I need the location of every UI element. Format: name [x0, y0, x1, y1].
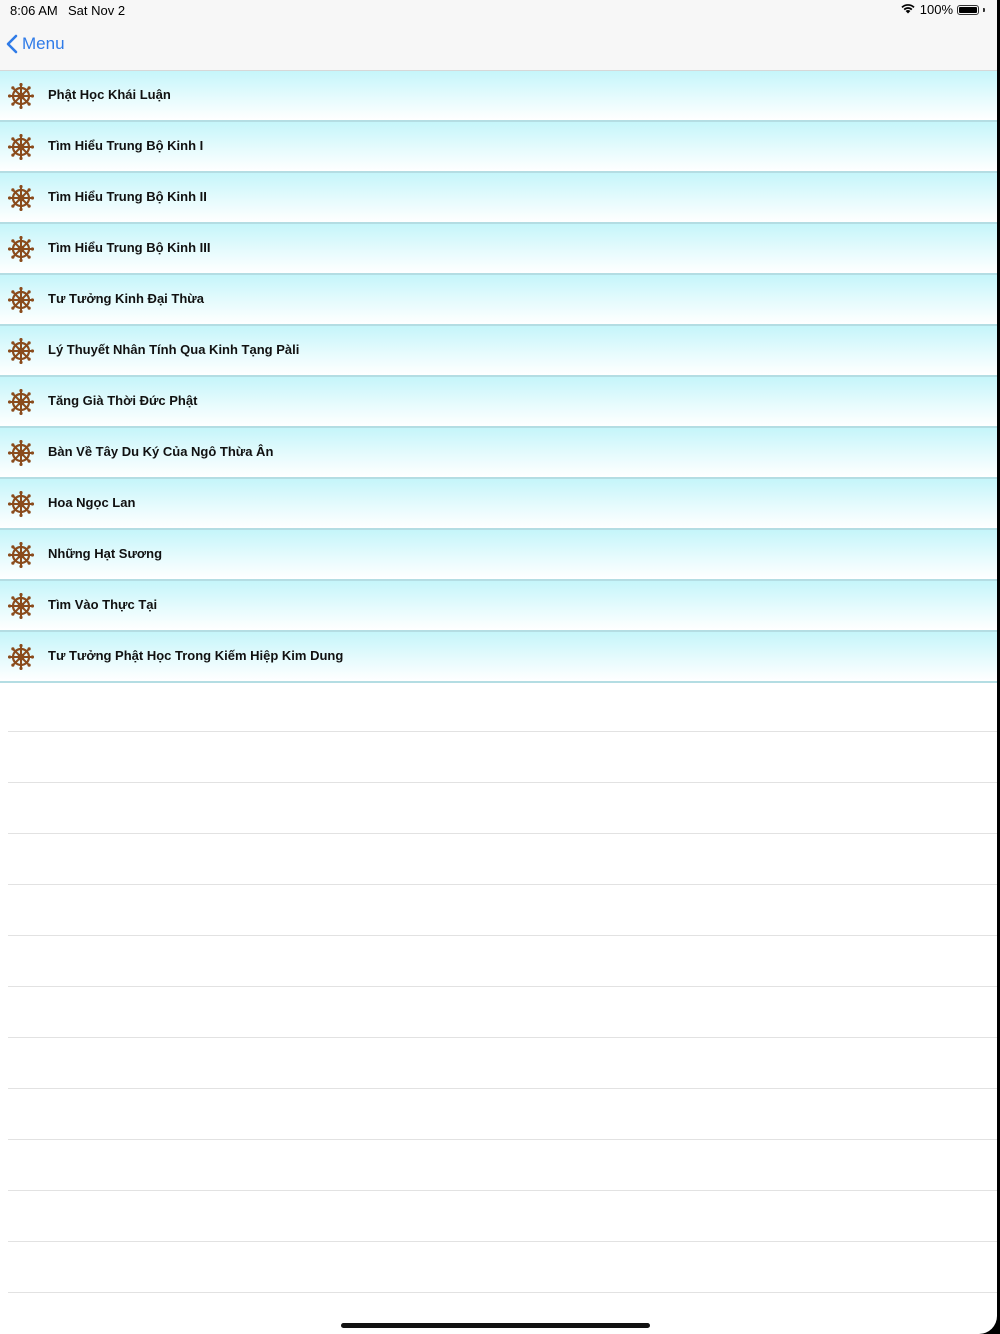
navigation-bar: Menu [0, 22, 997, 71]
empty-row-separator [8, 783, 997, 834]
home-indicator[interactable] [341, 1323, 650, 1328]
empty-row-separator [8, 732, 997, 783]
list-item[interactable]: Lý Thuyết Nhân Tính Qua Kinh Tạng Pàli [0, 326, 997, 377]
empty-row-separator [8, 936, 997, 987]
list-item-label: Phật Học Khái Luận [48, 87, 171, 102]
empty-row-separator [8, 1242, 997, 1293]
list-item-label: Tìm Hiểu Trung Bộ Kinh I [48, 138, 204, 153]
list-item[interactable]: Những Hạt Sương [0, 530, 997, 581]
list-item-label: Những Hạt Sương [48, 546, 163, 561]
dharma-wheel-icon [8, 593, 34, 619]
dharma-wheel-icon [8, 134, 34, 160]
empty-row-separator [8, 681, 997, 732]
dharma-wheel-icon [8, 644, 34, 670]
empty-table-area [0, 681, 997, 1293]
list-item[interactable]: Tìm Vào Thực Tại [0, 581, 997, 632]
list-item-label: Hoa Ngọc Lan [48, 495, 136, 510]
list-item-label: Tìm Vào Thực Tại [48, 597, 158, 612]
list-item[interactable]: Tăng Già Thời Đức Phật [0, 377, 997, 428]
dharma-wheel-icon [8, 287, 34, 313]
list-item[interactable]: Tư Tưởng Phật Học Trong Kiếm Hiệp Kim Du… [0, 632, 997, 683]
chevron-left-icon [6, 34, 18, 54]
dharma-wheel-icon [8, 542, 34, 568]
list-item[interactable]: Bàn Về Tây Du Ký Của Ngô Thừa Ân [0, 428, 997, 479]
app-screen: 8:06 AM Sat Nov 2 100% Menu Phật Học Khá… [0, 0, 997, 1334]
list-item[interactable]: Hoa Ngọc Lan [0, 479, 997, 530]
battery-icon [957, 4, 979, 15]
empty-row-separator [8, 1140, 997, 1191]
empty-row-separator [8, 885, 997, 936]
list-item-label: Tư Tưởng Phật Học Trong Kiếm Hiệp Kim Du… [48, 648, 344, 663]
back-button[interactable]: Menu [6, 34, 65, 54]
dharma-wheel-icon [8, 491, 34, 517]
list-item-label: Tăng Già Thời Đức Phật [48, 393, 198, 408]
battery-tip [983, 7, 985, 12]
list-item[interactable]: Tìm Hiểu Trung Bộ Kinh III [0, 224, 997, 275]
empty-row-separator [8, 987, 997, 1038]
empty-row-separator [8, 1089, 997, 1140]
dharma-wheel-icon [8, 338, 34, 364]
wifi-icon [900, 2, 916, 17]
empty-row-separator [8, 1038, 997, 1089]
list-item-label: Tìm Hiểu Trung Bộ Kinh II [48, 189, 207, 204]
list-item-label: Tư Tưởng Kinh Đại Thừa [48, 291, 204, 306]
status-right-group: 100% [900, 2, 985, 17]
list-item-label: Bàn Về Tây Du Ký Của Ngô Thừa Ân [48, 444, 274, 459]
status-date: Sat Nov 2 [68, 3, 126, 18]
status-bar: 8:06 AM Sat Nov 2 100% [0, 0, 997, 22]
list-item[interactable]: Tìm Hiểu Trung Bộ Kinh I [0, 122, 997, 173]
dharma-wheel-icon [8, 389, 34, 415]
dharma-wheel-icon [8, 83, 34, 109]
back-button-label: Menu [22, 34, 65, 53]
list-item[interactable]: Tư Tưởng Kinh Đại Thừa [0, 275, 997, 326]
empty-row-separator [8, 834, 997, 885]
dharma-wheel-icon [8, 440, 34, 466]
dharma-wheel-icon [8, 236, 34, 262]
empty-row-separator [8, 1191, 997, 1242]
dharma-wheel-icon [8, 185, 34, 211]
list-item-label: Tìm Hiểu Trung Bộ Kinh III [48, 240, 211, 255]
book-list: Phật Học Khái Luận Tìm Hiểu Trung Bộ Kin… [0, 71, 997, 683]
battery-percent: 100% [919, 2, 953, 17]
status-time: 8:06 AM [10, 3, 58, 18]
list-item-label: Lý Thuyết Nhân Tính Qua Kinh Tạng Pàli [48, 342, 300, 357]
list-item[interactable]: Phật Học Khái Luận [0, 71, 997, 122]
list-item[interactable]: Tìm Hiểu Trung Bộ Kinh II [0, 173, 997, 224]
